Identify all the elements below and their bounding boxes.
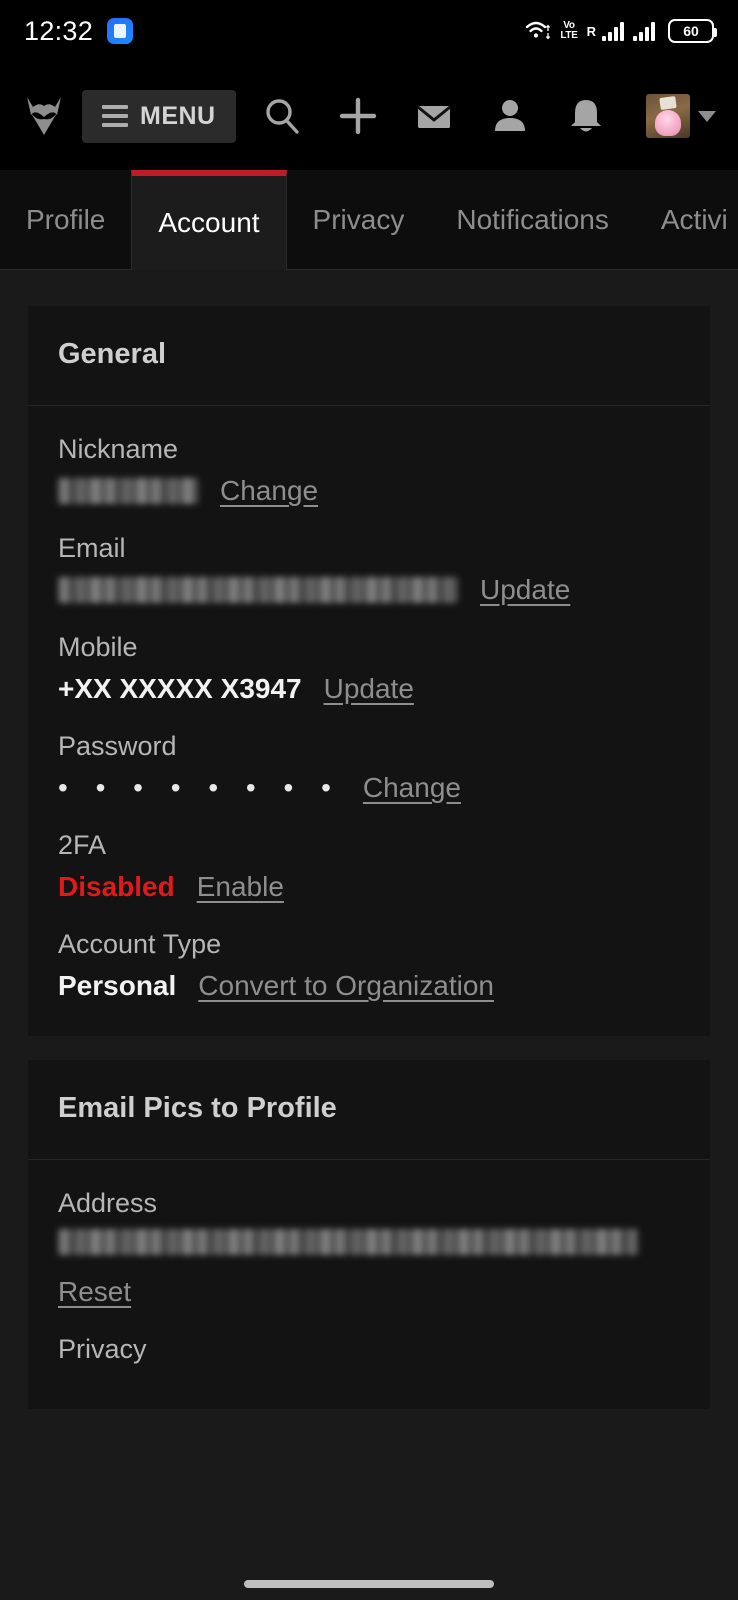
signal-bars-icon-2 (633, 21, 655, 41)
convert-to-organization-link[interactable]: Convert to Organization (198, 970, 494, 1002)
envelope-icon[interactable] (398, 84, 470, 148)
twofa-status-badge: Disabled (58, 871, 175, 902)
tab-profile[interactable]: Profile (0, 170, 131, 270)
email-label: Email (58, 533, 126, 563)
password-change-link[interactable]: Change (363, 772, 461, 804)
password-label: Password (58, 731, 177, 761)
field-email: Email Update (58, 533, 680, 606)
field-password: Password • • • • • • • • Change (58, 731, 680, 804)
privacy-label: Privacy (58, 1334, 147, 1364)
field-2fa: 2FA Disabled Enable (58, 830, 680, 903)
volte-indicator: Vo LTE (560, 21, 578, 41)
settings-content: General Nickname Change Email Update Mob… (0, 270, 738, 1409)
address-reset-link[interactable]: Reset (58, 1276, 131, 1308)
message-icon (107, 18, 134, 44)
address-value-redacted (58, 1229, 638, 1255)
menu-button[interactable]: MENU (82, 89, 236, 143)
user-avatar[interactable] (646, 94, 690, 138)
chevron-down-icon[interactable] (698, 110, 716, 122)
general-card-title: General (58, 338, 166, 370)
bell-icon[interactable] (550, 84, 622, 148)
tab-activity[interactable]: Activi (635, 170, 738, 270)
field-account-type: Account Type Personal Convert to Organiz… (58, 929, 680, 1002)
account-type-label: Account Type (58, 929, 222, 959)
mobile-label: Mobile (58, 632, 138, 662)
battery-icon: 60 (668, 19, 717, 43)
nickname-label: Nickname (58, 434, 179, 464)
status-bar-clock: 12:32 (24, 15, 94, 46)
status-bar-left: 12:32 (24, 15, 134, 47)
site-logo[interactable] (18, 90, 70, 142)
field-nickname: Nickname Change (58, 434, 680, 507)
tab-privacy[interactable]: Privacy (287, 170, 431, 270)
volte-line-2: LTE (560, 30, 578, 41)
phone-screen: 12:32 Vo LTE R 60 MENU Profile Account P… (0, 0, 738, 1600)
battery-level-text: 60 (683, 23, 699, 39)
tab-notifications[interactable]: Notifications (430, 170, 635, 270)
tab-account[interactable]: Account (131, 170, 287, 270)
general-card-header: General (28, 306, 710, 406)
wifi-icon (525, 20, 551, 42)
general-card: General Nickname Change Email Update Mob… (28, 306, 710, 1036)
email-pics-card: Email Pics to Profile Address Reset Priv… (28, 1060, 710, 1409)
app-top-nav: MENU (0, 62, 738, 170)
email-pics-card-title: Email Pics to Profile (58, 1092, 337, 1124)
nickname-value-redacted (58, 478, 198, 504)
person-icon[interactable] (474, 84, 546, 148)
mobile-update-link[interactable]: Update (324, 673, 414, 705)
menu-button-label: MENU (140, 101, 216, 130)
settings-tabs: Profile Account Privacy Notifications Ac… (0, 170, 738, 270)
plus-icon[interactable] (322, 84, 394, 148)
address-label: Address (58, 1188, 158, 1218)
field-privacy: Privacy (58, 1334, 680, 1365)
nickname-change-link[interactable]: Change (220, 475, 318, 507)
signal-bars-icon (602, 21, 624, 41)
home-indicator (244, 1580, 494, 1588)
password-masked-value: • • • • • • • • (58, 772, 341, 803)
field-address: Address Reset (58, 1188, 680, 1308)
roaming-indicator: R (586, 23, 596, 39)
general-card-body: Nickname Change Email Update Mobile +XX … (28, 406, 710, 1036)
user-menu[interactable] (646, 94, 720, 138)
email-pics-card-header: Email Pics to Profile (28, 1060, 710, 1160)
hamburger-icon (102, 105, 128, 127)
email-update-link[interactable]: Update (480, 574, 570, 606)
status-bar: 12:32 Vo LTE R 60 (0, 0, 738, 62)
twofa-label: 2FA (58, 830, 107, 860)
mobile-value: +XX XXXXX X3947 (58, 673, 302, 704)
account-type-value: Personal (58, 970, 177, 1001)
email-value-redacted (58, 577, 458, 603)
search-icon[interactable] (246, 84, 318, 148)
email-pics-card-body: Address Reset Privacy (28, 1160, 710, 1409)
field-mobile: Mobile +XX XXXXX X3947 Update (58, 632, 680, 705)
status-bar-right: Vo LTE R 60 (525, 19, 717, 43)
twofa-enable-link[interactable]: Enable (197, 871, 284, 903)
